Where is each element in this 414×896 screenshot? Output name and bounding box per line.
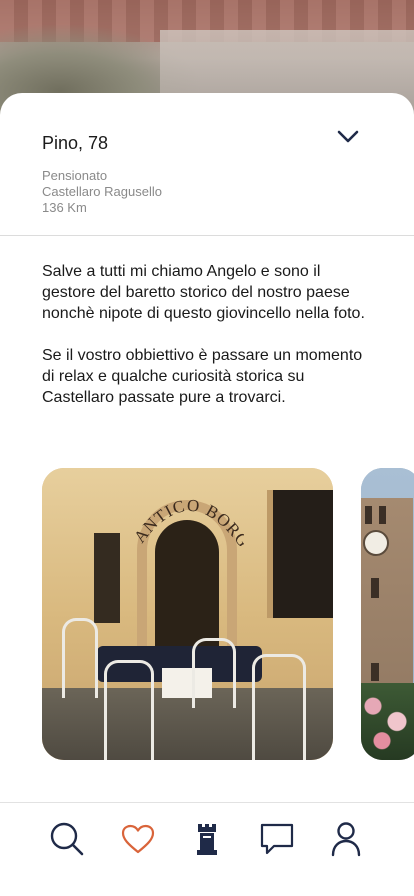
photo-flowers bbox=[361, 683, 414, 760]
divider bbox=[0, 235, 414, 236]
bio-paragraph: Se il vostro obbiettivo è passare un mom… bbox=[42, 347, 363, 406]
user-icon[interactable] bbox=[326, 819, 366, 859]
chevron-down-icon[interactable] bbox=[336, 129, 360, 145]
cafe-photo[interactable]: ANTICO BORGO bbox=[42, 468, 333, 760]
profile-location: Castellaro Ragusello bbox=[42, 184, 162, 199]
chat-icon[interactable] bbox=[257, 819, 297, 859]
profile-bio: Salve a tutti mi chiamo Angelo e sono il… bbox=[42, 261, 377, 408]
svg-text:ANTICO BORGO: ANTICO BORGO bbox=[134, 486, 244, 546]
photo-chair bbox=[62, 618, 98, 698]
profile-occupation: Pensionato bbox=[42, 168, 108, 183]
photo-chair bbox=[252, 654, 306, 760]
photo-chair bbox=[104, 660, 154, 760]
profile-distance: 136 Km bbox=[42, 200, 87, 215]
bio-paragraph: Salve a tutti mi chiamo Angelo e sono il… bbox=[42, 263, 365, 322]
profile-sheet: Pino, 78 Pensionato Castellaro Ragusello… bbox=[0, 93, 414, 896]
profile-name-age: Pino, 78 bbox=[42, 133, 109, 153]
photo-clock bbox=[363, 530, 389, 556]
bottom-navigation bbox=[0, 803, 414, 896]
profile-meta: Pensionato Castellaro Ragusello 136 Km bbox=[42, 168, 162, 216]
search-icon[interactable] bbox=[47, 819, 87, 859]
heart-icon[interactable] bbox=[118, 819, 158, 859]
tower-icon[interactable] bbox=[187, 819, 227, 859]
photo-window bbox=[371, 663, 379, 681]
cafe-sign-logo: ANTICO BORGO bbox=[134, 486, 244, 546]
cafe-sign-text: ANTICO BORGO bbox=[134, 486, 244, 546]
photo-window bbox=[365, 506, 372, 524]
photo-chair bbox=[192, 638, 236, 708]
photo-window bbox=[379, 506, 386, 524]
photo-window bbox=[371, 578, 379, 598]
photo-window bbox=[94, 533, 120, 623]
clock-tower-photo[interactable] bbox=[361, 468, 414, 760]
photo-window bbox=[267, 490, 333, 618]
